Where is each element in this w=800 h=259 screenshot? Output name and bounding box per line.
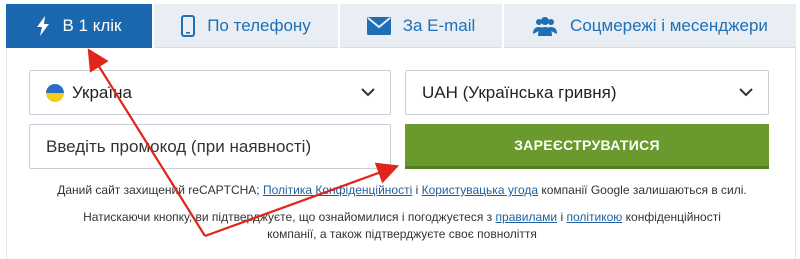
promo-code-field [29, 124, 391, 169]
register-button[interactable]: ЗАРЕЄСТРУВАТИСЯ [405, 124, 769, 169]
lightning-icon [36, 16, 50, 36]
currency-value: UAH (Українська гривня) [422, 82, 617, 102]
user-agreement-link[interactable]: Користувацька угода [422, 183, 538, 197]
tab-email-label: За E-mail [402, 16, 476, 35]
currency-select[interactable]: UAH (Українська гривня) [405, 70, 769, 115]
registration-form: Україна UAH (Українська гривня) ЗАРЕЄСТР… [6, 48, 796, 259]
recaptcha-suffix: компанії Google залишаються в силі. [541, 183, 747, 197]
privacy-policy-link[interactable]: Політика Конфіденційності [263, 183, 412, 197]
consent-and: і [560, 210, 564, 224]
users-icon [532, 16, 558, 36]
privacy-link[interactable]: політикою [566, 210, 622, 224]
smartphone-icon [181, 15, 196, 37]
ukraine-flag-icon [46, 83, 64, 102]
country-select[interactable]: Україна [29, 70, 391, 115]
chevron-down-icon [360, 84, 376, 105]
chevron-down-icon [738, 84, 754, 105]
consent-suffix: конфіденційності [625, 210, 721, 224]
tab-one-click[interactable]: В 1 клік [6, 4, 154, 48]
tab-email[interactable]: За E-mail [340, 4, 504, 48]
consent-line-2: компанії, а також підтверджуєте своє пов… [267, 227, 537, 241]
tab-phone-label: По телефону [207, 16, 311, 35]
envelope-icon [366, 17, 391, 35]
promo-code-input[interactable] [46, 136, 376, 157]
country-value: Україна [72, 82, 132, 102]
rules-link[interactable]: правилами [496, 210, 558, 224]
recaptcha-separator: і [415, 183, 419, 197]
recaptcha-notice: Даний сайт захищений reCAPTCHA; Політика… [7, 182, 797, 199]
registration-tabs: В 1 клік По телефону За E-mail Соцмережі… [6, 4, 796, 48]
consent-text: Натискаючи кнопку, ви підтверджуєте, що … [83, 210, 493, 224]
recaptcha-text: Даний сайт захищений reCAPTCHA; [57, 183, 260, 197]
tab-phone[interactable]: По телефону [154, 4, 340, 48]
tab-social-label: Соцмережі і месенджери [570, 16, 768, 35]
tab-one-click-label: В 1 клік [62, 16, 122, 35]
consent-notice: Натискаючи кнопку, ви підтверджуєте, що … [7, 209, 797, 243]
tab-social[interactable]: Соцмережі і месенджери [504, 4, 796, 48]
registration-widget: В 1 клік По телефону За E-mail Соцмережі… [0, 0, 800, 259]
